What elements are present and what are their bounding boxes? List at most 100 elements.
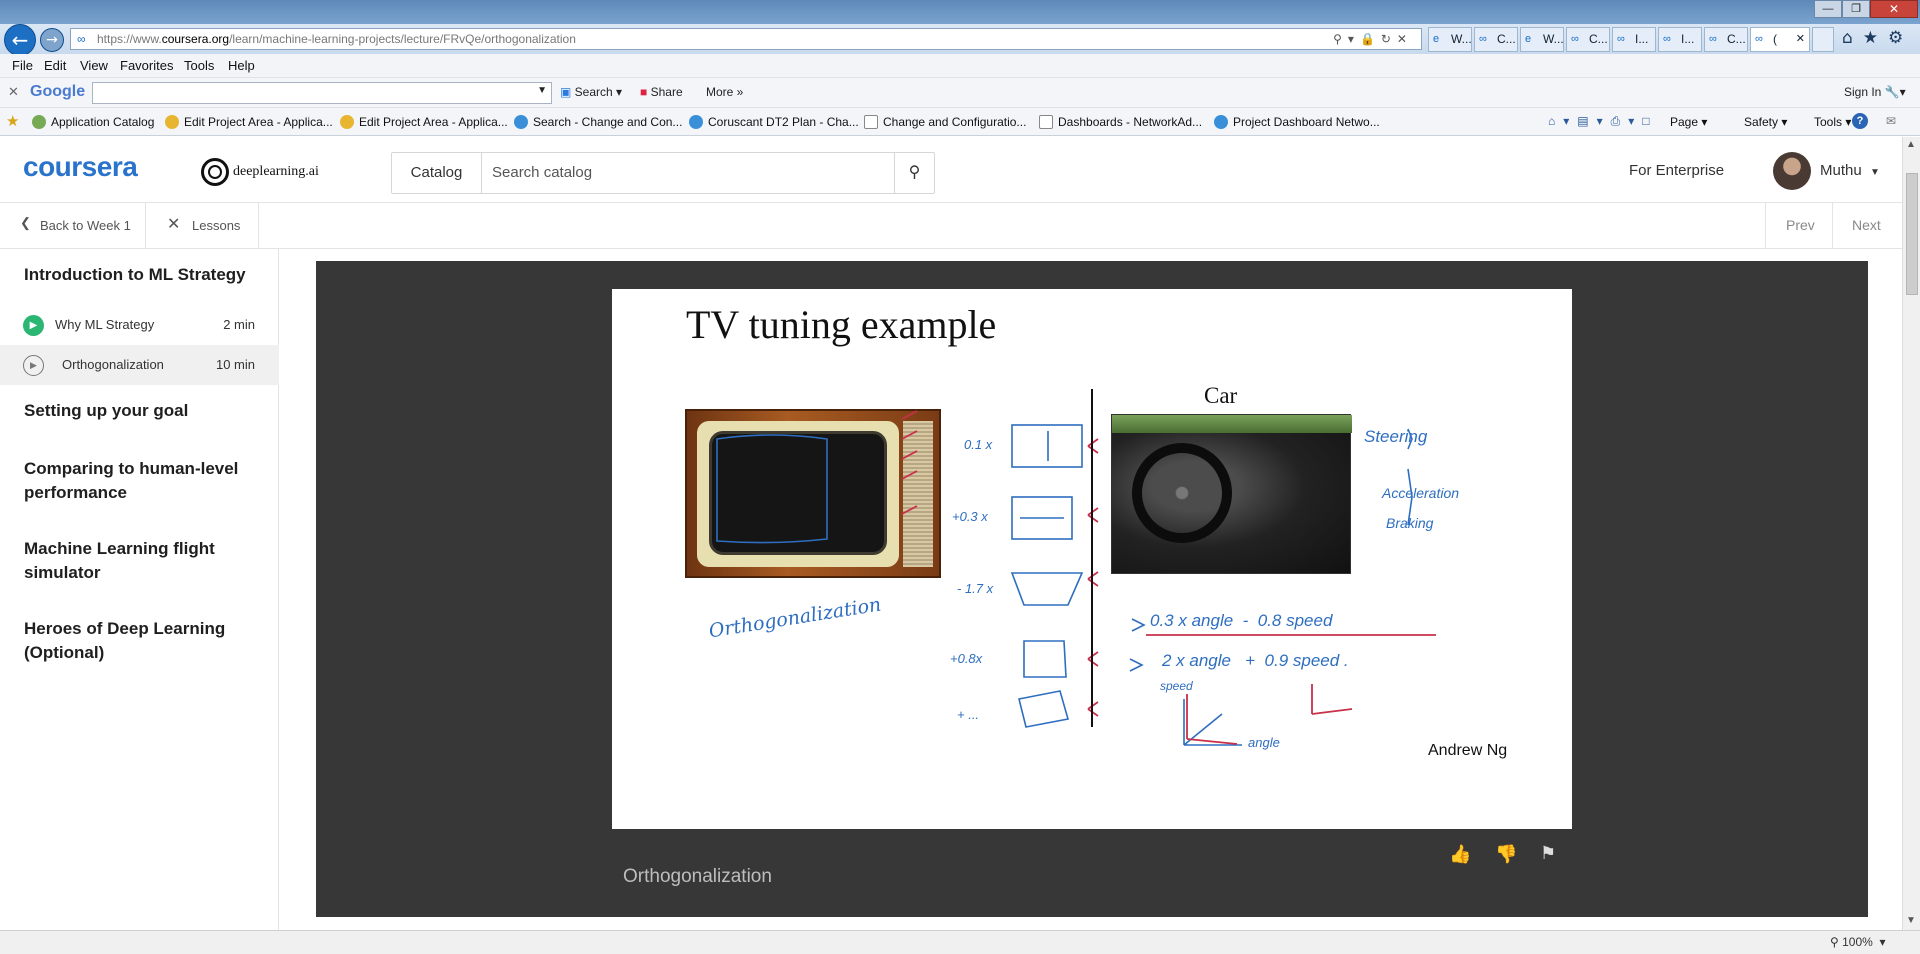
avatar[interactable]: [1773, 152, 1811, 190]
thumbs-up-icon[interactable]: 👍: [1449, 844, 1471, 865]
address-actions-icon[interactable]: ⚲▾🔒↻✕: [1333, 29, 1413, 49]
menu-favorites[interactable]: Favorites: [120, 54, 173, 78]
favorites-bar: ★ Application Catalog Edit Project Area …: [0, 108, 1920, 136]
favorite-link[interactable]: Coruscant DT2 Plan - Cha...: [689, 108, 859, 136]
scroll-up-icon[interactable]: ▲: [1906, 139, 1916, 150]
knob-diagram-trapezoid: [1010, 572, 1084, 606]
menu-tools-cmd[interactable]: Tools ▾: [1814, 108, 1851, 136]
tab-5[interactable]: ∞ I...: [1612, 27, 1656, 52]
favorite-link[interactable]: Search - Change and Con...: [514, 108, 682, 136]
thumbs-down-icon[interactable]: 👎: [1495, 844, 1517, 865]
search-icon[interactable]: ⚲: [894, 153, 934, 193]
scrollbar-thumb[interactable]: [1906, 173, 1918, 295]
for-enterprise-link[interactable]: For Enterprise: [1629, 162, 1724, 179]
menu-help[interactable]: Help: [228, 54, 255, 78]
command-bar-icons[interactable]: ⌂▾▤▾⎙▾□: [1548, 114, 1658, 129]
menu-page[interactable]: Page ▾: [1670, 108, 1707, 136]
close-tab-icon[interactable]: ✕: [1796, 28, 1805, 51]
favorite-link[interactable]: Edit Project Area - Applica...: [165, 108, 333, 136]
google-search-input[interactable]: ▼: [92, 82, 552, 104]
tab-1[interactable]: e W...: [1428, 27, 1472, 52]
minimize-button[interactable]: —: [1814, 0, 1842, 18]
favorites-star-icon[interactable]: ★: [6, 112, 19, 130]
coursera-icon: ∞: [1663, 33, 1671, 45]
catalog-button[interactable]: Catalog: [392, 153, 482, 193]
flag-icon[interactable]: ⚑: [1540, 843, 1556, 864]
menu-safety[interactable]: Safety ▾: [1744, 108, 1787, 136]
back-button[interactable]: ←: [4, 24, 36, 56]
lesson-title: Why ML Strategy: [55, 317, 155, 332]
google-toolbar: ✕ Google ▼ ▣ Search ▾ ■ Share More » Sig…: [0, 78, 1920, 108]
coursera-icon: ∞: [1479, 33, 1487, 45]
section-heading[interactable]: Heroes of Deep Learning (Optional): [24, 617, 264, 665]
close-window-button[interactable]: ✕: [1870, 0, 1918, 18]
handwritten-coef-1: 0.1 x: [964, 437, 993, 452]
lessons-toggle-button[interactable]: ✕ Lessons: [147, 203, 259, 248]
scroll-down-icon[interactable]: ▼: [1906, 915, 1916, 926]
menu-file[interactable]: File: [12, 54, 33, 78]
zoom-level[interactable]: ⚲ 100% ▾: [1830, 935, 1886, 949]
favorite-link[interactable]: Dashboards - NetworkAd...: [1039, 108, 1202, 136]
speed-angle-axes: [1183, 699, 1242, 746]
favorite-link[interactable]: Edit Project Area - Applica...: [340, 108, 508, 136]
section-heading[interactable]: Introduction to ML Strategy: [24, 263, 264, 287]
handwritten-speed-label: speed: [1160, 679, 1193, 693]
forward-button[interactable]: →: [40, 28, 64, 52]
menu-edit[interactable]: Edit: [44, 54, 66, 78]
google-share-button[interactable]: ■ Share: [640, 85, 683, 99]
close-toolbar-icon[interactable]: ✕: [8, 84, 19, 100]
section-heading[interactable]: Comparing to human-level performance: [24, 457, 264, 505]
section-heading[interactable]: Setting up your goal: [24, 399, 264, 423]
search-input[interactable]: Search catalog: [492, 153, 592, 193]
favorite-link[interactable]: Application Catalog: [32, 108, 154, 136]
favorite-icon: [165, 115, 179, 129]
back-label: Back to Week 1: [40, 218, 131, 233]
home-favorites-settings-icons[interactable]: ⌂★⚙: [1842, 28, 1913, 48]
tab-active[interactable]: ∞(✕: [1750, 27, 1810, 52]
section-heading[interactable]: Machine Learning flight simulator: [24, 537, 264, 585]
coursera-icon: ∞: [1571, 33, 1579, 45]
vertical-scrollbar[interactable]: ▲ ▼: [1902, 137, 1920, 930]
knob-diagram-vertical: [1011, 424, 1083, 468]
partner-name[interactable]: deeplearning.ai: [233, 164, 319, 180]
favorite-icon: [32, 115, 46, 129]
google-more-button[interactable]: More »: [706, 85, 743, 99]
coursera-icon: ∞: [1617, 33, 1625, 45]
restore-button[interactable]: ❐: [1842, 0, 1870, 18]
help-icon[interactable]: ?: [1852, 113, 1868, 129]
menu-view[interactable]: View: [80, 54, 108, 78]
prev-button[interactable]: Prev: [1765, 203, 1833, 248]
url-prefix: https://www.: [97, 32, 162, 46]
tab-3[interactable]: e W...: [1520, 27, 1564, 52]
chevron-down-icon[interactable]: ▼: [537, 85, 547, 96]
next-button[interactable]: Next: [1833, 203, 1902, 248]
menu-tools[interactable]: Tools: [184, 54, 214, 78]
url-domain: coursera.org: [161, 32, 230, 46]
address-bar[interactable]: ∞ https://www.coursera.org/learn/machine…: [70, 28, 1422, 50]
lesson-duration: 10 min: [215, 357, 255, 372]
favorite-link[interactable]: Project Dashboard Netwo...: [1214, 108, 1380, 136]
search-bar: Catalog Search catalog ⚲: [391, 152, 935, 194]
ie-icon: e: [1433, 33, 1440, 45]
knob-diagram-tilt: [1018, 690, 1070, 728]
lesson-item-active[interactable]: ▶ Orthogonalization 10 min: [0, 345, 279, 385]
favorite-link[interactable]: Change and Configuratio...: [864, 108, 1026, 136]
sign-in-button[interactable]: Sign In 🔧▾: [1844, 85, 1906, 99]
coursera-logo[interactable]: coursera: [23, 151, 138, 183]
lesson-item[interactable]: ▶ Why ML Strategy 2 min: [0, 305, 279, 345]
tab-7[interactable]: ∞ C...: [1704, 27, 1748, 52]
tab-2[interactable]: ∞ C...: [1474, 27, 1518, 52]
red-annotations: [901, 410, 1436, 745]
window-controls: — ❐ ✕: [1814, 0, 1920, 18]
lesson-title: Orthogonalization: [62, 357, 164, 372]
user-name[interactable]: Muthu ▼: [1820, 162, 1880, 179]
tab-6[interactable]: ∞ I...: [1658, 27, 1702, 52]
mail-icon[interactable]: ✉: [1886, 114, 1896, 128]
handwritten-coef-3: - 1.7 x: [957, 581, 994, 596]
handwritten-equation-2: 2 x angle + 0.9 speed .: [1162, 651, 1349, 670]
back-to-week-button[interactable]: ❮ Back to Week 1: [0, 203, 146, 248]
new-tab-button[interactable]: [1812, 27, 1834, 52]
lessons-sidebar: Introduction to ML Strategy ▶ Why ML Str…: [0, 249, 279, 930]
tab-4[interactable]: ∞ C...: [1566, 27, 1610, 52]
google-search-button[interactable]: ▣ Search ▾: [560, 85, 622, 99]
